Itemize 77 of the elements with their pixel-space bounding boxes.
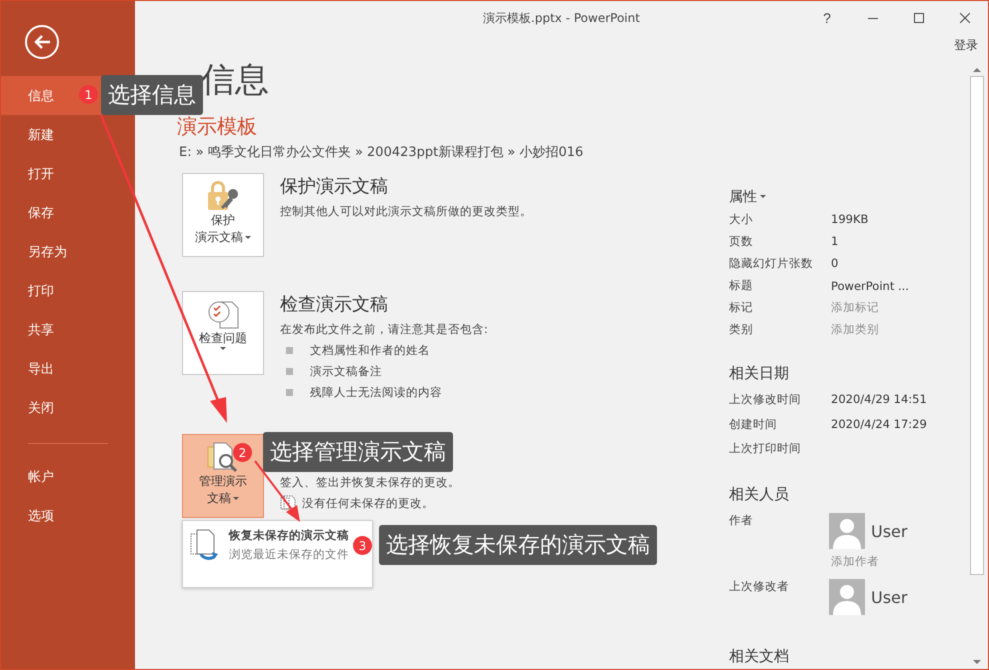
lock-key-icon [206, 180, 240, 212]
sidebar-item[interactable]: 新建 [1, 115, 135, 154]
avatar-icon [829, 579, 865, 616]
property-label: 类别 [729, 322, 754, 338]
date-label: 创建时间 [729, 416, 778, 432]
documents-recover-icon [189, 528, 221, 562]
date-value: 2020/4/29 14:51 [831, 392, 927, 406]
person-label: 上次修改者 [729, 579, 790, 596]
property-value: 0 [831, 256, 838, 270]
annotation-tooltip: 选择管理演示文稿 [263, 432, 453, 472]
bullet-text: 文档属性和作者的姓名 [310, 343, 430, 358]
sidebar-item[interactable]: 导出 [1, 349, 135, 388]
property-label: 标题 [729, 278, 754, 294]
add-author-link[interactable]: 添加作者 [831, 554, 908, 570]
section-button[interactable]: 检查问题 [182, 291, 264, 375]
bullet-text: 演示文稿备注 [310, 364, 382, 379]
property-link[interactable]: 添加类别 [831, 322, 879, 338]
caret-icon [233, 496, 239, 500]
annotation-tooltip: 选择恢复未保存的演示文稿 [379, 525, 657, 565]
date-value: 2020/4/24 17:29 [831, 417, 927, 432]
caret-icon [220, 347, 226, 351]
person-label: 作者 [729, 513, 754, 530]
status-note: 没有任何未保存的更改。 [302, 496, 434, 510]
window-title: 演示模板.pptx - PowerPoint [483, 10, 640, 27]
caret-icon [760, 195, 766, 200]
section-title: 检查演示文稿 [280, 293, 389, 317]
file-path: E: » 鸣季文化日常办公文件夹 » 200423ppt新课程打包 » 小妙招016 [179, 144, 584, 161]
back-arrow-icon [33, 34, 51, 50]
caret-icon [245, 236, 251, 240]
menu-item-title[interactable]: 恢复未保存的演示文稿 [229, 528, 349, 543]
sidebar-item[interactable]: 打印 [1, 271, 135, 310]
back-button[interactable] [25, 25, 59, 59]
property-label: 大小 [729, 212, 754, 227]
section-heading: 相关人员 [729, 484, 789, 504]
avatar-icon [829, 513, 865, 550]
sidebar-item[interactable]: 关闭 [1, 388, 135, 427]
date-label: 上次打印时间 [729, 441, 802, 456]
section-description: 签入、签出并恢复未保存的更改。 [280, 475, 460, 490]
sidebar-item[interactable]: 帐户 [1, 457, 135, 496]
property-label: 标记 [729, 300, 754, 316]
section-button[interactable]: 保护 演示文稿 [182, 173, 264, 257]
sidebar-item[interactable]: 另存为 [1, 232, 135, 271]
sidebar-item[interactable]: 选项 [1, 496, 135, 535]
help-button[interactable]: ? [804, 2, 850, 34]
user-name: User [871, 522, 908, 541]
property-link[interactable]: 添加标记 [831, 300, 879, 316]
close-icon [960, 13, 970, 23]
bullet-icon [286, 347, 293, 354]
file-name: 演示模板 [177, 113, 258, 139]
property-label: 隐藏幻灯片张数 [729, 256, 814, 271]
sidebar-item[interactable]: 共享 [1, 310, 135, 349]
page-heading: 信息 [201, 59, 269, 102]
documents-magnifier-icon [206, 441, 240, 473]
section-description: 控制其他人可以对此演示文稿所做的更改类型。 [280, 204, 532, 219]
bullet-icon [286, 389, 293, 396]
property-value: PowerPoint ... [831, 278, 909, 293]
section-description: 在发布此文件之前，请注意其是否包含: [280, 322, 488, 337]
annotation-tooltip: 选择信息 [101, 75, 203, 115]
menu-item-subtitle: 浏览最近未保存的文件 [229, 547, 349, 562]
property-value: 1 [831, 234, 838, 248]
properties-heading[interactable]: 属性 [729, 186, 969, 208]
sign-in-link[interactable]: 登录 [954, 37, 978, 63]
property-label: 页数 [729, 234, 754, 249]
scroll-up-icon [973, 67, 981, 72]
user-name: User [871, 588, 908, 607]
property-value: 199KB [831, 212, 868, 226]
bullet-text: 残障人士无法阅读的内容 [310, 385, 442, 400]
sidebar-item[interactable]: 打开 [1, 154, 135, 193]
bullet-icon [286, 368, 293, 375]
scroll-down-icon [973, 660, 981, 665]
maximize-icon [914, 13, 924, 23]
section-heading: 相关文档 [729, 646, 789, 666]
section-heading: 相关日期 [729, 364, 789, 384]
sidebar-item[interactable]: 保存 [1, 193, 135, 232]
section-title: 保护演示文稿 [280, 175, 389, 199]
date-label: 上次修改时间 [729, 392, 802, 407]
scrollbar-thumb[interactable] [970, 76, 984, 575]
